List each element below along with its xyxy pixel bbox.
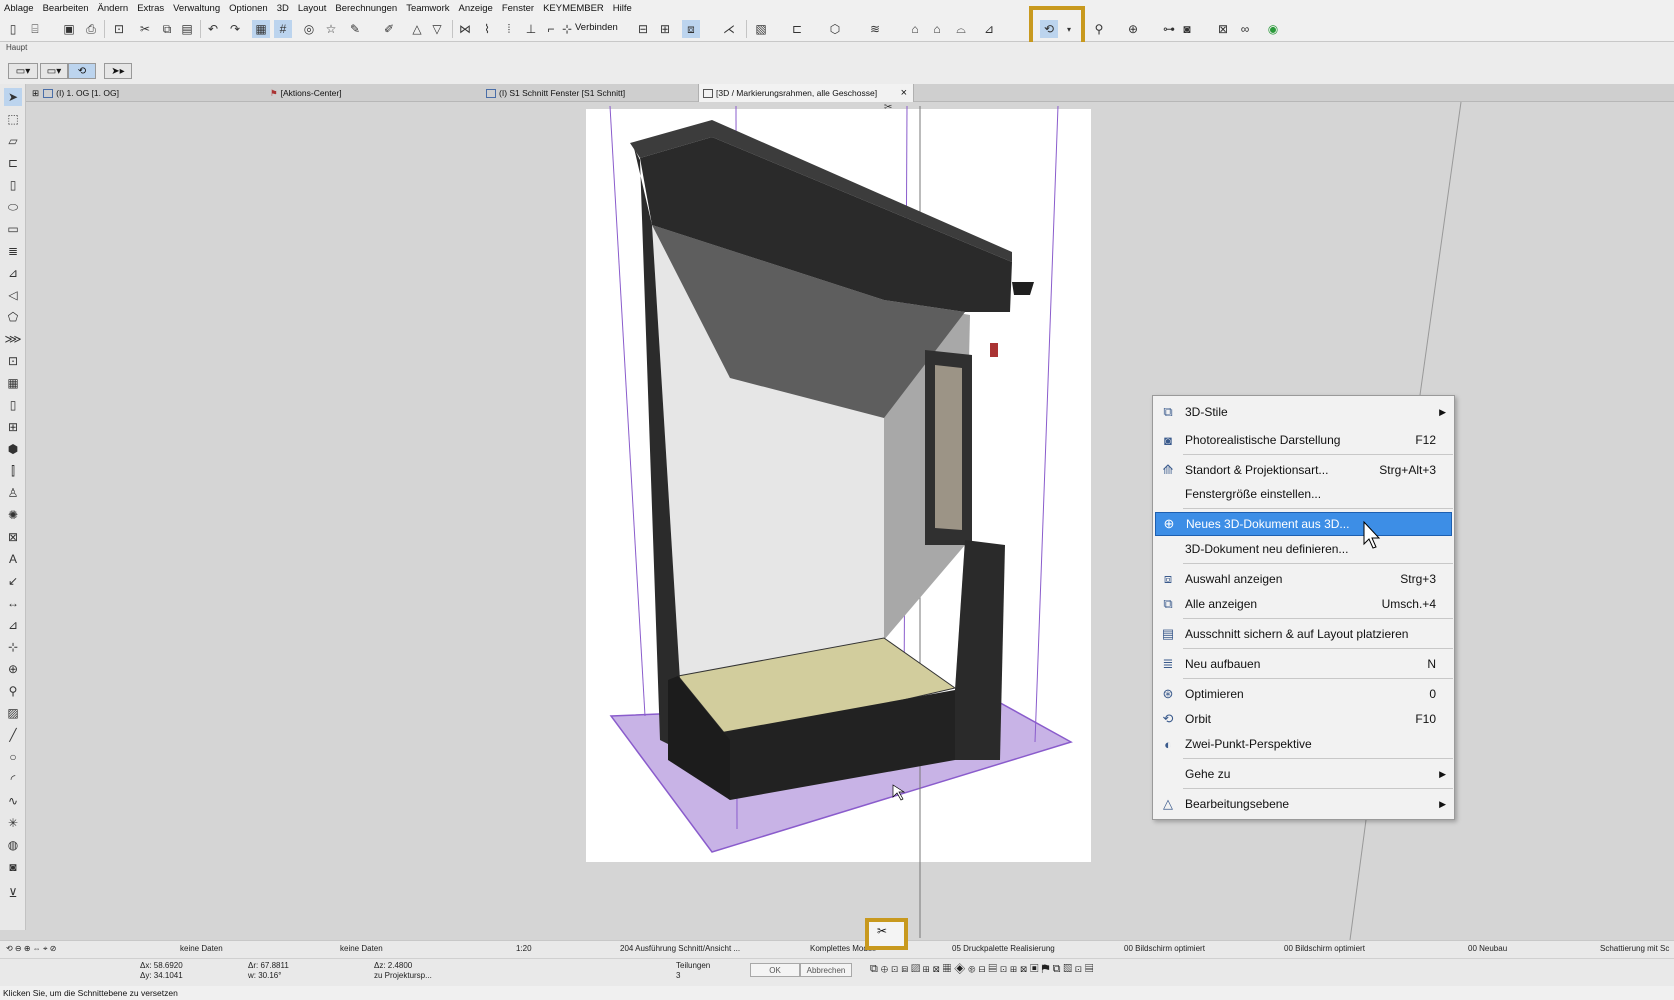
scale-dropdown[interactable]: 1:20 bbox=[516, 944, 532, 953]
save-view-icon: ▤ bbox=[1161, 626, 1175, 641]
tracker-icons[interactable]: ⧉ ⊕ ⊡ ⧈ ▨ ⊞ ⊠ ▦ ◈ ⊛ ⊟ ▤ ⊡ ⊞ ⊠ ▣ ⚑ ⧉ ▧ ⊡ … bbox=[870, 963, 1093, 976]
divisions-value[interactable]: 3 bbox=[676, 971, 680, 980]
perspective-guide-line bbox=[1419, 101, 1462, 396]
undo-info: keine Daten bbox=[180, 944, 223, 953]
menu-item-orbit[interactable]: ⟲ Orbit F10 bbox=[1155, 707, 1452, 731]
camera-icon: ◙ bbox=[1164, 432, 1172, 448]
menu-item-optimize[interactable]: ⊛ Optimieren 0 bbox=[1155, 682, 1452, 706]
projection-icon: ⟰ bbox=[1162, 462, 1174, 477]
context-menu-3d: ⧉ 3D-Stile ▶ ◙ Photorealistische Darstel… bbox=[1152, 395, 1455, 820]
mouse-cursor-icon bbox=[1363, 520, 1381, 549]
two-point-perspective-icon: ◐ bbox=[1164, 736, 1172, 752]
submenu-arrow-icon: ▶ bbox=[1439, 768, 1446, 779]
layer-combination-dropdown[interactable]: 204 Ausführung Schnitt/Ansicht ... bbox=[620, 944, 740, 953]
cut-handle-icon: ✂ bbox=[884, 102, 892, 113]
pen-set-dropdown[interactable]: 05 Druckpalette Realisierung bbox=[952, 944, 1055, 953]
menu-item-new-3d-document[interactable]: ⊕ Neues 3D-Dokument aus 3D... bbox=[1155, 512, 1452, 536]
perspective-guide-line bbox=[1349, 819, 1367, 941]
delta-z-value: Δz: 2.4800 bbox=[374, 961, 413, 970]
gutter bbox=[1012, 282, 1034, 295]
delta-y-value: Δy: 34.1041 bbox=[140, 971, 183, 980]
new-3d-document-icon: ⊕ bbox=[1163, 516, 1175, 531]
orbit-icon: ⟲ bbox=[1162, 711, 1174, 726]
submenu-arrow-icon: ▶ bbox=[1439, 406, 1446, 417]
right-wall-lower bbox=[955, 540, 1005, 760]
zoom-icons[interactable]: ⟲ ⊖ ⊕ ⇔ ⌖ ⊘ bbox=[6, 944, 56, 954]
angle-value: w: 30.16° bbox=[248, 971, 282, 980]
menu-item-redefine-3d-document[interactable]: 3D-Dokument neu definieren... bbox=[1155, 537, 1452, 561]
submenu-arrow-icon: ▶ bbox=[1439, 798, 1446, 809]
menu-item-two-point-perspective[interactable]: ◐ Zwei-Punkt-Perspektive bbox=[1155, 732, 1452, 756]
window-glass bbox=[935, 365, 962, 530]
3d-styles-icon: ⧉ bbox=[1163, 404, 1173, 419]
menu-item-show-all[interactable]: ⧉ Alle anzeigen Umsch.+4 bbox=[1155, 592, 1452, 616]
cut-plane-highlight-frame[interactable]: ✂ bbox=[865, 918, 908, 950]
graphic-override-dropdown[interactable]: 00 Bildschirm optimiert bbox=[1284, 944, 1365, 953]
cut-plane-icon: ✂ bbox=[877, 924, 888, 938]
menu-item-show-selection[interactable]: ⧈ Auswahl anzeigen Strg+3 bbox=[1155, 567, 1452, 591]
menu-item-go-to[interactable]: Gehe zu ▶ bbox=[1155, 762, 1452, 786]
edit-plane-icon: △ bbox=[1163, 796, 1173, 811]
show-all-icon: ⧉ bbox=[1163, 596, 1173, 611]
delta-x-value: Δx: 58.6920 bbox=[140, 961, 183, 970]
optimize-icon: ⊛ bbox=[1162, 686, 1174, 701]
menu-item-edit-plane[interactable]: △ Bearbeitungsebene ▶ bbox=[1155, 792, 1452, 816]
renovation-filter-dropdown[interactable]: 00 Neubau bbox=[1468, 944, 1507, 953]
menu-item-save-view[interactable]: ▤ Ausschnitt sichern & auf Layout platzi… bbox=[1155, 622, 1452, 646]
cancel-button[interactable]: Abbrechen bbox=[800, 963, 852, 977]
projection-origin-dropdown[interactable]: zu Projektursp... bbox=[374, 971, 432, 980]
menu-item-rebuild[interactable]: ≣ Neu aufbauen N bbox=[1155, 652, 1452, 676]
menu-item-window-size[interactable]: Fenstergröße einstellen... bbox=[1155, 482, 1452, 506]
divisions-label: Teilungen bbox=[676, 961, 711, 970]
shading-dropdown[interactable]: Schattierung mit Sc bbox=[1600, 944, 1669, 953]
status-hint: Klicken Sie, um die Schnittebene zu vers… bbox=[0, 986, 1674, 1000]
menu-item-photorealistic[interactable]: ◙ Photorealistische Darstellung F12 bbox=[1155, 428, 1452, 452]
rebuild-icon: ≣ bbox=[1162, 656, 1174, 671]
redo-info: keine Daten bbox=[340, 944, 383, 953]
show-selection-icon: ⧈ bbox=[1163, 571, 1173, 586]
menu-item-3d-styles[interactable]: ⧉ 3D-Stile ▶ bbox=[1155, 400, 1452, 424]
ok-button[interactable]: OK bbox=[750, 963, 800, 977]
detail-red-marker bbox=[990, 343, 998, 357]
section-box-edge bbox=[1034, 105, 1059, 743]
model-view-option-dropdown[interactable]: 00 Bildschirm optimiert bbox=[1124, 944, 1205, 953]
delta-r-value: Δr: 67.8811 bbox=[248, 961, 289, 970]
menu-item-projection[interactable]: ⟰ Standort & Projektionsart... Strg+Alt+… bbox=[1155, 458, 1452, 482]
section-box-edge bbox=[609, 105, 646, 717]
